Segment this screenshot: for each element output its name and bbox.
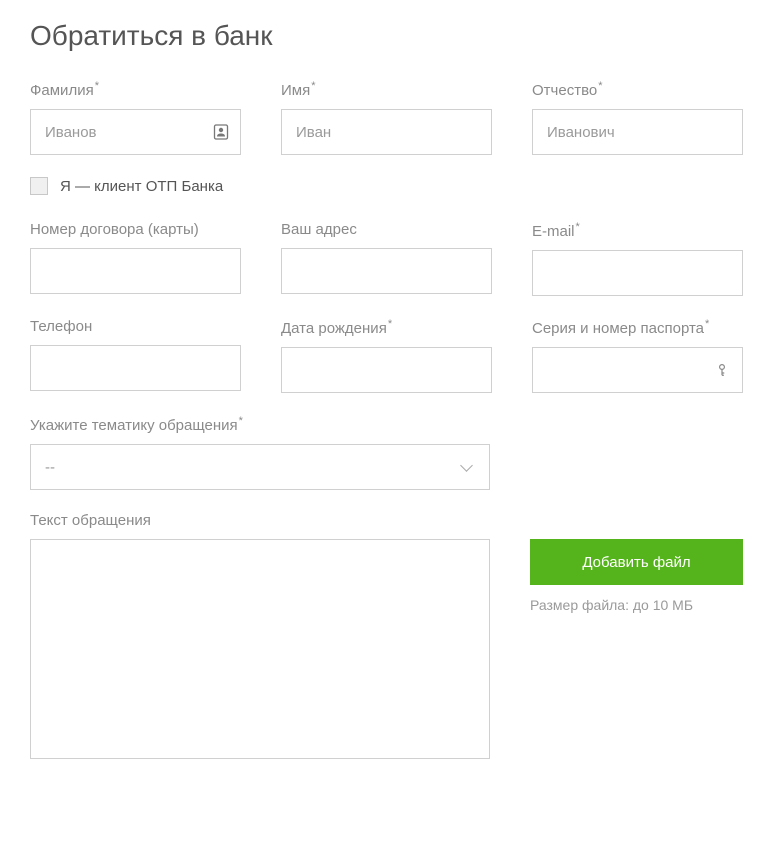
- chevron-down-icon: [460, 459, 473, 472]
- client-checkbox[interactable]: [30, 177, 48, 195]
- contract-label: Номер договора (карты): [30, 221, 241, 238]
- firstname-group: Имя*: [281, 80, 492, 155]
- file-size-note: Размер файла: до 10 МБ: [530, 597, 743, 613]
- client-checkbox-label: Я — клиент ОТП Банка: [60, 178, 223, 195]
- address-input[interactable]: [281, 248, 492, 294]
- address-group: Ваш адрес: [281, 221, 492, 296]
- patronymic-label: Отчество*: [532, 80, 743, 99]
- birthdate-group: Дата рождения*: [281, 318, 492, 393]
- contact-row-1: Номер договора (карты) Ваш адрес E-mail*: [30, 221, 743, 296]
- lastname-label: Фамилия*: [30, 80, 241, 99]
- lastname-group: Фамилия*: [30, 80, 241, 155]
- birthdate-label: Дата рождения*: [281, 318, 492, 337]
- contact-row-2: Телефон Дата рождения* Серия и номер пас…: [30, 318, 743, 393]
- passport-group: Серия и номер паспорта*: [532, 318, 743, 393]
- phone-group: Телефон: [30, 318, 241, 393]
- name-row: Фамилия* Имя* Отчество*: [30, 80, 743, 155]
- message-textarea[interactable]: [30, 539, 490, 759]
- contract-group: Номер договора (карты): [30, 221, 241, 296]
- message-label-row: Текст обращения: [30, 512, 743, 529]
- topic-select[interactable]: --: [30, 444, 490, 490]
- patronymic-group: Отчество*: [532, 80, 743, 155]
- topic-group: Укажите тематику обращения* --: [30, 415, 490, 490]
- message-group: [30, 539, 490, 764]
- page-title: Обратиться в банк: [30, 20, 743, 52]
- address-label: Ваш адрес: [281, 221, 492, 238]
- message-row: Добавить файл Размер файла: до 10 МБ: [30, 539, 743, 764]
- message-label: Текст обращения: [30, 512, 743, 529]
- add-file-button[interactable]: Добавить файл: [530, 539, 743, 585]
- phone-label: Телефон: [30, 318, 241, 335]
- lastname-input[interactable]: [30, 109, 241, 155]
- topic-label: Укажите тематику обращения*: [30, 415, 490, 434]
- email-group: E-mail*: [532, 221, 743, 296]
- patronymic-input[interactable]: [532, 109, 743, 155]
- client-checkbox-row: Я — клиент ОТП Банка: [30, 177, 743, 195]
- contract-input[interactable]: [30, 248, 241, 294]
- file-upload-group: Добавить файл Размер файла: до 10 МБ: [530, 539, 743, 613]
- phone-input[interactable]: [30, 345, 241, 391]
- birthdate-input[interactable]: [281, 347, 492, 393]
- email-label: E-mail*: [532, 221, 743, 240]
- passport-label: Серия и номер паспорта*: [532, 318, 743, 337]
- passport-input[interactable]: [532, 347, 743, 393]
- firstname-label: Имя*: [281, 80, 492, 99]
- email-input[interactable]: [532, 250, 743, 296]
- topic-row: Укажите тематику обращения* --: [30, 415, 743, 490]
- topic-selected-value: --: [45, 459, 55, 476]
- firstname-input[interactable]: [281, 109, 492, 155]
